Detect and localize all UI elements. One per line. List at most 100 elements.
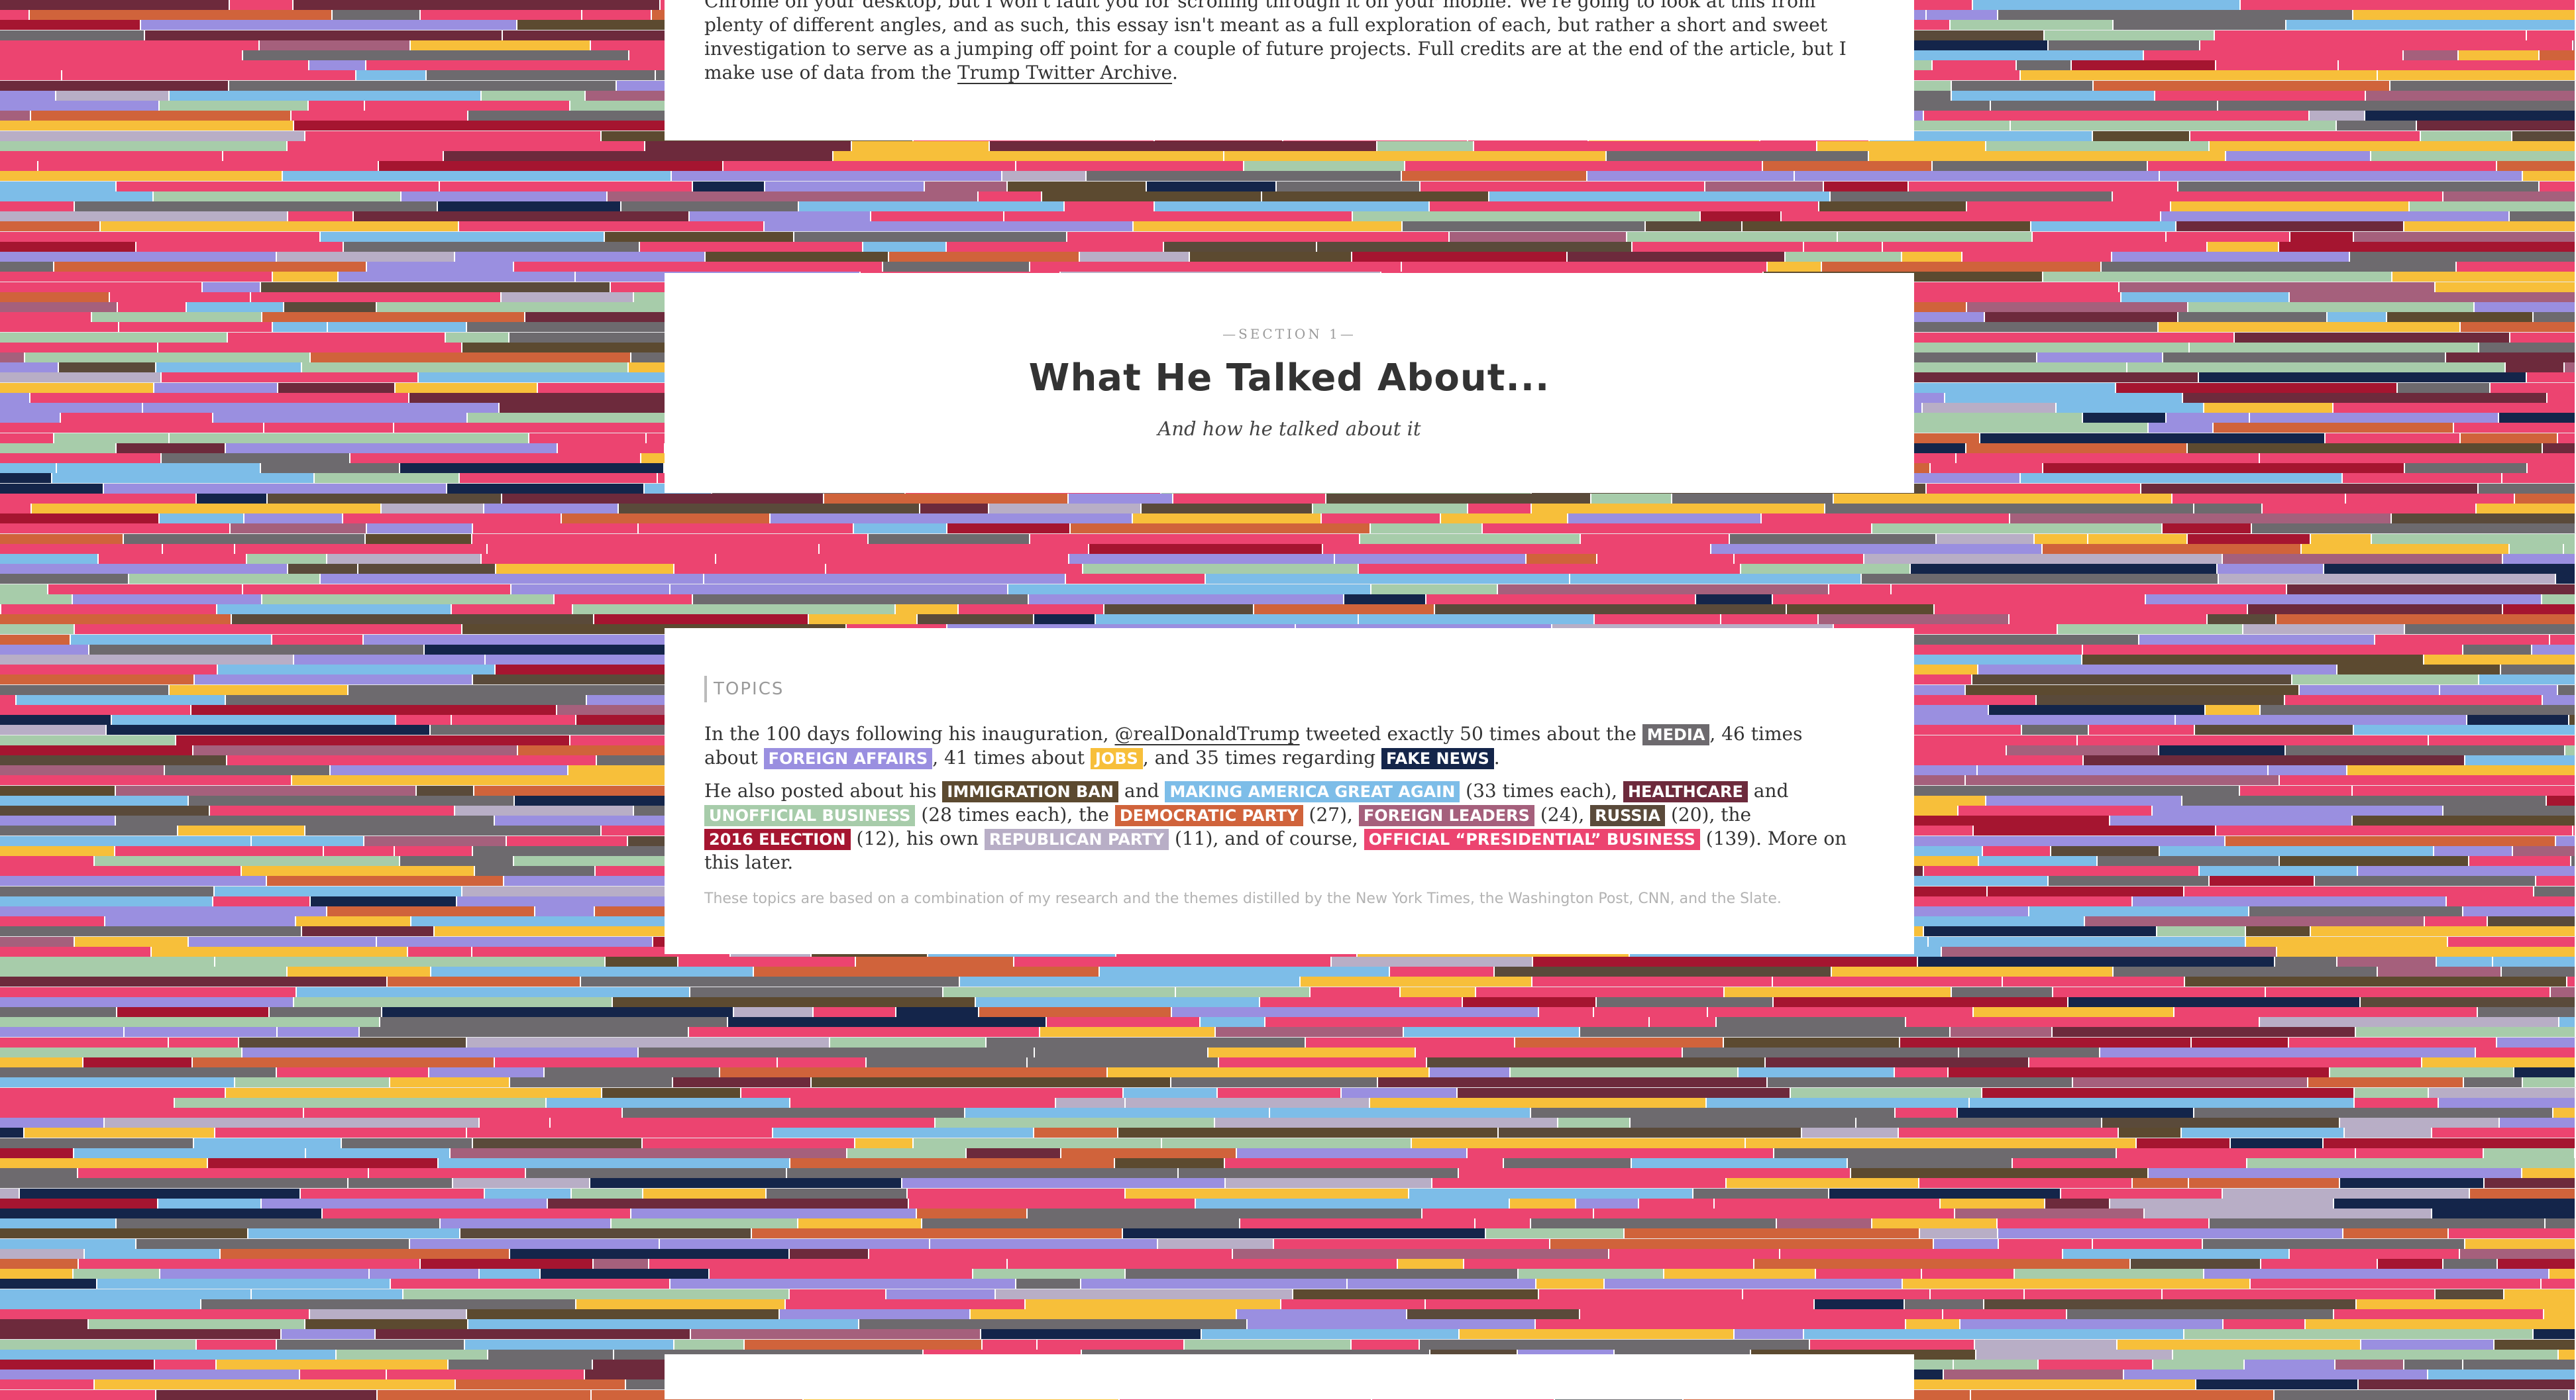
tag-2016-election[interactable]: 2016 ELECTION [704, 829, 851, 850]
topic-stripe [790, 1249, 869, 1259]
topic-stripe [189, 937, 377, 947]
topic-stripe [1959, 806, 2153, 816]
topic-stripe [689, 1027, 1040, 1037]
topic-stripe [1883, 242, 2208, 252]
topic-stripe [62, 70, 356, 80]
topic-stripe [0, 453, 162, 463]
topic-stripe [2085, 916, 2425, 926]
topic-stripe [2163, 352, 2446, 362]
topic-stripe [1402, 262, 1768, 272]
topic-stripe [321, 574, 704, 584]
topic-stripe [2084, 755, 2465, 765]
topic-stripe [1967, 302, 2188, 312]
tag-official-presidential-business[interactable]: OFFICIAL “PRESIDENTIAL” BUSINESS [1364, 829, 1700, 850]
topic-stripe [1158, 1239, 1274, 1249]
tag-foreign-leaders[interactable]: FOREIGN LEADERS [1358, 805, 1534, 826]
topic-stripe [1476, 1218, 1531, 1228]
topic-stripe [390, 1077, 510, 1087]
topic-stripe [2127, 362, 2506, 372]
topic-stripe [1804, 242, 1883, 252]
topic-stripe [2277, 614, 2576, 624]
topic-stripe [243, 50, 629, 60]
tag-media[interactable]: MEDIA [1642, 724, 1710, 745]
topic-stripe [160, 101, 309, 111]
tag-foreign-affairs[interactable]: FOREIGN AFFAIRS [763, 748, 933, 769]
tag-democratic-party[interactable]: DEMOCRATIC PARTY [1114, 805, 1303, 826]
topics-paragraph-2: He also posted about his IMMIGRATION BAN… [704, 780, 1847, 873]
topic-stripe [790, 1158, 1115, 1168]
topic-stripe [232, 614, 594, 624]
topic-stripe [294, 655, 486, 665]
topic-stripe [2045, 1199, 2110, 1209]
topic-stripe [0, 1038, 169, 1048]
topic-stripe [117, 182, 440, 191]
topic-stripe [595, 906, 671, 916]
topic-stripe [909, 1199, 1196, 1209]
topic-stripe [706, 252, 889, 262]
topic-stripe [97, 1279, 391, 1289]
topic-stripe [1004, 211, 1353, 221]
topic-stripe [2459, 50, 2540, 60]
topics-source-note: These topics are based on a combination … [704, 890, 1782, 907]
topic-stripe [0, 111, 31, 121]
topic-stripe [292, 111, 468, 121]
topic-stripe [1196, 1199, 1510, 1209]
topic-stripe [2306, 1319, 2576, 1329]
topic-stripe [1254, 604, 1435, 614]
topic-stripe [1739, 1067, 1895, 1077]
tag-immigration-ban[interactable]: IMMIGRATION BAN [942, 781, 1119, 802]
topic-stripe [1911, 564, 2218, 574]
topic-stripe [321, 232, 605, 242]
topic-stripe [1782, 211, 2161, 221]
topic-stripe [195, 674, 473, 684]
topic-stripe [1872, 523, 2163, 533]
topic-stripe [2149, 423, 2214, 433]
topic-stripe [467, 1128, 773, 1138]
tag-russia[interactable]: RUSSIA [1590, 805, 1666, 826]
tag-jobs[interactable]: JOBS [1090, 748, 1143, 769]
topic-stripe [1632, 1158, 1848, 1168]
topic-stripe [1966, 443, 2188, 453]
tag-unofficial-business[interactable]: UNOFFICIAL BUSINESS [704, 805, 916, 826]
topic-stripe [1941, 1199, 2045, 1209]
topic-stripe [101, 221, 459, 231]
tag-healthcare[interactable]: HEALTHCARE [1623, 781, 1748, 802]
topic-stripe [1851, 1168, 2149, 1178]
topic-stripe [720, 1067, 1108, 1077]
tag-republican-party[interactable]: REPUBLICAN PARTY [984, 829, 1169, 850]
topic-stripe [162, 372, 419, 382]
topic-stripe [235, 544, 488, 554]
topic-stripe [117, 1007, 270, 1017]
topic-stripe [869, 534, 1030, 544]
topic-stripe [1594, 1007, 1708, 1017]
topic-stripe [311, 352, 631, 362]
tag-making-america-great-again[interactable]: MAKING AMERICA GREAT AGAIN [1165, 781, 1460, 802]
topic-stripe [0, 50, 243, 60]
topic-stripe [2437, 957, 2493, 967]
trump-twitter-archive-link[interactable]: Trump Twitter Archive [957, 62, 1172, 83]
topic-stripe [324, 846, 395, 856]
topic-stripe [1402, 171, 1587, 181]
topic-stripe [388, 977, 581, 987]
topic-stripe [339, 272, 576, 282]
topic-stripe [0, 322, 119, 332]
realdonaldtrump-link[interactable]: @realDonaldTrump [1114, 723, 1299, 745]
topic-stripe [1664, 1269, 1816, 1279]
topic-stripe [2440, 685, 2558, 695]
topic-stripe [2260, 453, 2576, 463]
topic-stripe [572, 1189, 643, 1199]
topic-stripe [2058, 624, 2243, 634]
topic-stripe [54, 433, 170, 443]
topic-stripe [787, 1168, 1179, 1178]
topic-stripe [1725, 987, 1952, 997]
topic-stripe [2410, 201, 2576, 211]
topic-stripe [1865, 1379, 2196, 1389]
tag-fake-news[interactable]: FAKE NEWS [1381, 748, 1494, 769]
topic-stripe [773, 1128, 1034, 1138]
topic-stripe [2243, 624, 2405, 634]
topic-stripe [0, 574, 129, 584]
topic-stripe [1067, 232, 1450, 242]
topic-stripe [917, 1209, 1028, 1218]
topic-stripe [1580, 1309, 1943, 1319]
topic-stripe [2515, 494, 2576, 504]
